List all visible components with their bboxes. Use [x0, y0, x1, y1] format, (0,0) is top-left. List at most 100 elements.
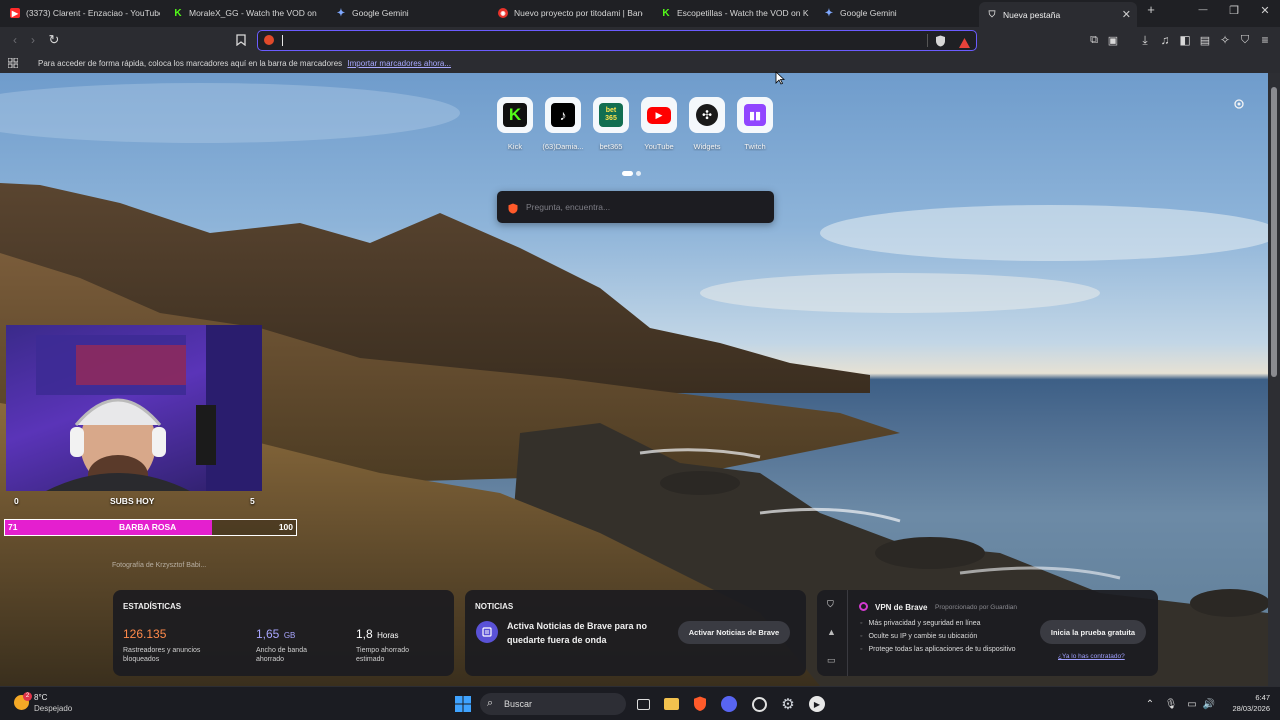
maximize-button[interactable]: ❐ — [1219, 4, 1249, 17]
kick-icon: K — [497, 97, 533, 133]
enable-news-button[interactable]: Activar Noticias de Brave — [678, 621, 790, 644]
stats-title: ESTADÍSTICAS — [123, 602, 182, 611]
settings-gear-icon[interactable] — [1233, 97, 1245, 115]
tab[interactable]: ▶ (3373) Clarent - Enzaciao - YouTube — [10, 2, 160, 24]
page-scrollbar[interactable] — [1268, 73, 1280, 686]
bookmarks-hint: Para acceder de forma rápida, coloca los… — [38, 59, 451, 68]
close-tab-icon[interactable]: ✕ — [1122, 8, 1131, 21]
start-free-trial-button[interactable]: Inicia la prueba gratuita — [1040, 620, 1146, 644]
microphone-icon[interactable]: 🎙 — [1162, 695, 1180, 713]
goal-progress-fill — [5, 520, 212, 535]
shortcut-widgets[interactable]: ✣ Widgets — [689, 97, 725, 151]
twitch-icon: ▮▮ — [737, 97, 773, 133]
windows-taskbar: 2 8°C Despejado ⌕ Buscar ⚙ ▶ ⌃ 🎙 ▭ 🔊 6:4… — [0, 686, 1280, 720]
vpn-bullet-text: Más privacidad y seguridad en línea — [868, 620, 981, 627]
tab[interactable]: K MoraleX_GG - Watch the VOD on Kick — [173, 2, 318, 24]
new-tab-button[interactable]: + — [1136, 2, 1166, 17]
forward-button[interactable]: › — [24, 31, 42, 49]
shortcut-twitch[interactable]: ▮▮ Twitch — [737, 97, 773, 151]
widgets-icon: ✣ — [689, 97, 725, 133]
apps-grid-icon[interactable] — [7, 57, 19, 69]
reload-button[interactable]: ↻ — [45, 31, 63, 49]
vpn-shield-icon[interactable]: ⛉ — [827, 599, 834, 610]
stat-desc: Tiempo ahorrado estimado — [356, 647, 410, 664]
clock-date: 28/03/2026 — [1232, 703, 1270, 713]
clock[interactable]: 6:47 28/03/2026 — [1218, 693, 1270, 715]
weather-widget[interactable]: 2 8°C Despejado — [12, 692, 102, 716]
page-dot-active[interactable] — [622, 171, 633, 176]
rewards-triangle-icon[interactable]: ▲ — [827, 627, 836, 637]
settings-icon[interactable]: ⚙ — [779, 695, 797, 713]
bookmark-icon[interactable] — [232, 31, 250, 49]
vpn-icon[interactable]: ⛉ — [1236, 31, 1254, 49]
vpn-title: VPN de Brave — [875, 603, 928, 612]
brave-shields-icon[interactable] — [935, 34, 946, 52]
back-button[interactable]: ‹ — [6, 31, 24, 49]
brave-rewards-icon[interactable] — [959, 35, 970, 53]
tab-strip: ▶ (3373) Clarent - Enzaciao - YouTube K … — [0, 0, 1280, 27]
shortcut-page-indicator[interactable] — [622, 163, 644, 181]
media-icon[interactable]: ♫ — [1156, 31, 1174, 49]
scrollbar-thumb[interactable] — [1271, 87, 1277, 377]
shortcut-tiktok[interactable]: ♪ (63)Damia... — [542, 97, 584, 151]
network-icon[interactable]: ▭ — [1183, 695, 1201, 713]
menu-icon[interactable]: ≡ — [1256, 31, 1274, 49]
subs-right-value: 5 — [250, 496, 255, 506]
new-tab-page: K Kick ♪ (63)Damia... bet 365 bet365 ▶ Y… — [0, 73, 1268, 686]
stat-unit: Horas — [377, 631, 399, 640]
shortcut-kick[interactable]: K Kick — [497, 97, 533, 151]
bullet-dot: ◦ — [860, 646, 863, 653]
shortcut-youtube[interactable]: ▶ YouTube — [641, 97, 677, 151]
show-hidden-icons[interactable]: ⌃ — [1141, 695, 1159, 713]
bookmarks-bar: Para acceder de forma rápida, coloca los… — [0, 53, 1280, 73]
bet365-tile-text: bet 365 — [599, 103, 623, 127]
news-icon — [476, 621, 498, 643]
start-button[interactable] — [454, 695, 472, 713]
shortcut-bet365[interactable]: bet 365 bet365 — [593, 97, 629, 151]
task-view-icon[interactable] — [634, 695, 652, 713]
file-explorer-icon[interactable] — [662, 695, 680, 713]
clock-time: 6:47 — [1255, 693, 1270, 702]
tab-title: Google Gemini — [352, 8, 409, 18]
already-subscribed-link[interactable]: ¿Ya lo has contratado? — [1058, 653, 1125, 660]
extensions-icon[interactable]: ⧉ — [1085, 31, 1103, 49]
obs-icon[interactable] — [750, 695, 768, 713]
talk-camera-icon[interactable]: ▭ — [827, 655, 836, 666]
goal-current-value: 71 — [8, 522, 18, 532]
address-bar[interactable] — [257, 30, 977, 51]
search-box[interactable] — [497, 191, 774, 223]
bookmarks-message: Para acceder de forma rápida, coloca los… — [38, 59, 343, 68]
discord-icon[interactable] — [720, 695, 738, 713]
kick-icon: K — [662, 7, 670, 19]
tab[interactable]: K Escopetillas - Watch the VOD on Kick — [661, 2, 809, 24]
close-window-button[interactable]: ✕ — [1250, 4, 1280, 17]
stat-time: 1,8 Horas Tiempo ahorrado estimado — [356, 625, 436, 664]
tab[interactable]: ◉ Nuevo proyecto por titodami | Bandi — [498, 2, 643, 24]
news-card: NOTICIAS Activa Noticias de Brave para n… — [465, 590, 806, 676]
leo-ai-icon[interactable]: ✧ — [1216, 31, 1234, 49]
brave-browser-icon[interactable] — [691, 695, 709, 713]
wallet-icon[interactable]: ▣ — [1104, 31, 1122, 49]
import-bookmarks-link[interactable]: Importar marcadores ahora... — [347, 59, 451, 68]
tab-active[interactable]: ⛉ Nueva pestaña ✕ — [979, 2, 1137, 27]
photo-credit[interactable]: Fotografía de Krzysztof Babi... — [112, 562, 206, 569]
tab-title: Escopetillas - Watch the VOD on Kick — [677, 8, 809, 18]
media-player-icon[interactable]: ▶ — [808, 695, 826, 713]
tab[interactable]: ✦ Google Gemini — [336, 2, 476, 24]
shortcut-label: Twitch — [744, 142, 766, 151]
goal-progress-bar: 71 BARBA ROSA 100 — [4, 519, 297, 536]
wallet-card-icon[interactable]: ▤ — [1196, 31, 1214, 49]
tab[interactable]: ✦ Google Gemini — [824, 2, 964, 24]
page-dot[interactable] — [636, 171, 641, 176]
address-input[interactable] — [286, 33, 886, 48]
subs-label: SUBS HOY — [110, 496, 155, 506]
sidebar-icon[interactable]: ◧ — [1176, 31, 1194, 49]
volume-icon[interactable]: 🔊 — [1200, 695, 1218, 713]
brave-shield-icon: ⛉ — [988, 9, 996, 19]
downloads-icon[interactable]: ⤓ — [1136, 31, 1154, 49]
minimize-button[interactable]: — — [1188, 4, 1218, 14]
search-input[interactable] — [526, 200, 756, 214]
stats-card: ESTADÍSTICAS 126.135 Rastreadores y anun… — [113, 590, 454, 676]
vpn-bullet: ◦ Protege todas las aplicaciones de tu di… — [860, 646, 1016, 653]
taskbar-search[interactable]: ⌕ Buscar — [480, 693, 626, 715]
